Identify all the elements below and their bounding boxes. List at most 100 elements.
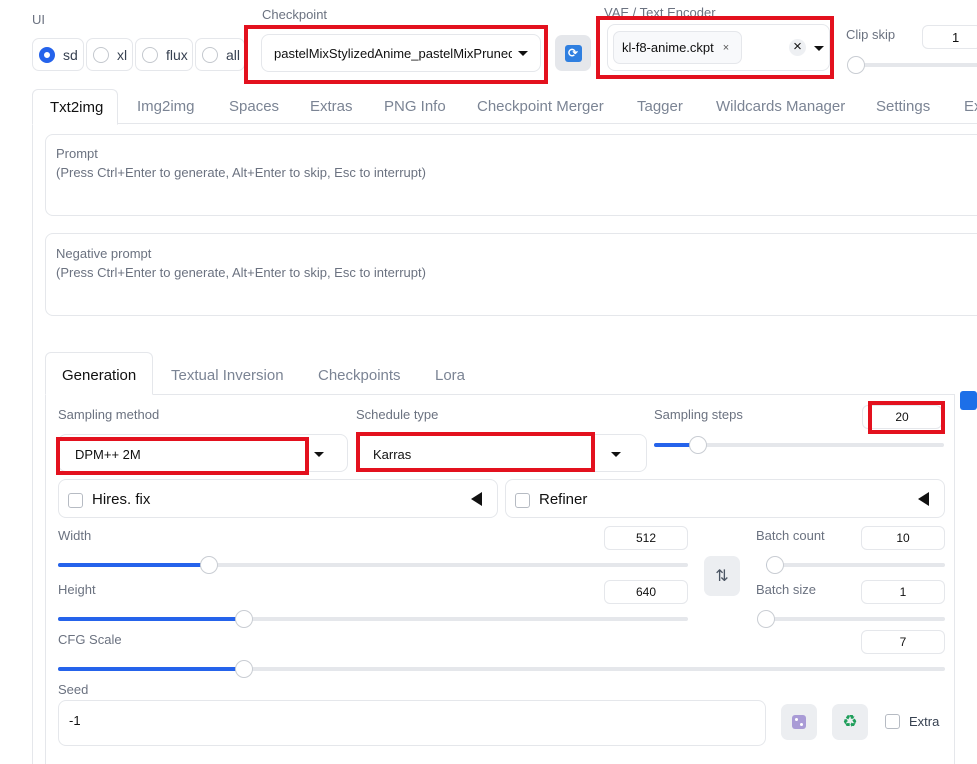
cfg-scale-label: CFG Scale <box>58 632 122 647</box>
slider-knob[interactable] <box>765 556 784 574</box>
vae-chip-label: kl-f8-anime.ckpt <box>622 40 714 55</box>
chevron-down-icon <box>518 50 528 56</box>
hires-fix-accordion[interactable]: Hires. fix <box>58 479 498 518</box>
batch-size-slider[interactable] <box>757 610 945 628</box>
tab-divider <box>32 123 977 124</box>
extra-seed-checkbox[interactable] <box>885 714 900 729</box>
tab-lora[interactable]: Lora <box>435 367 465 384</box>
ui-option-label: flux <box>166 46 188 63</box>
radio-icon <box>93 46 109 63</box>
tab-label: Generation <box>62 367 137 384</box>
tab-extensions[interactable]: Ex <box>964 98 977 115</box>
tab-txt2img[interactable]: Txt2img <box>32 89 118 125</box>
chevron-down-icon <box>611 452 621 457</box>
swap-arrows-icon: ⇅ <box>715 568 729 585</box>
width-label: Width <box>58 528 92 543</box>
tab-img2img[interactable]: Img2img <box>137 98 195 115</box>
height-slider[interactable] <box>58 610 688 628</box>
ui-option-flux[interactable]: flux <box>135 38 193 71</box>
tab-checkpoint-merger[interactable]: Checkpoint Merger <box>477 98 604 115</box>
slider-fill <box>58 563 210 567</box>
clip-skip-input[interactable]: 1 <box>922 25 977 49</box>
swap-dimensions-button[interactable]: ⇅ <box>704 556 740 596</box>
slider-knob[interactable] <box>235 660 254 678</box>
width-input[interactable]: 512 <box>604 526 688 550</box>
vae-chip: kl-f8-anime.ckpt × <box>613 31 743 64</box>
tab-wildcards-manager[interactable]: Wildcards Manager <box>716 98 845 115</box>
slider-knob[interactable] <box>847 56 865 74</box>
scroll-handle[interactable] <box>960 391 977 410</box>
schedule-type-dropdown[interactable]: Karras <box>356 434 647 472</box>
prompt-placeholder: (Press Ctrl+Enter to generate, Alt+Enter… <box>56 165 426 180</box>
clip-skip-label: Clip skip <box>846 27 896 42</box>
chip-remove-icon[interactable]: × <box>723 42 729 54</box>
batch-count-label: Batch count <box>756 528 825 543</box>
sampling-steps-input[interactable]: 20 <box>862 405 942 429</box>
batch-size-input[interactable]: 1 <box>861 580 945 604</box>
slider-knob[interactable] <box>234 610 253 628</box>
radio-icon <box>142 46 158 63</box>
negative-prompt-textarea[interactable]: Negative prompt (Press Ctrl+Enter to gen… <box>45 233 977 316</box>
ui-option-label: xl <box>117 46 128 63</box>
clear-icon[interactable]: × <box>789 39 806 56</box>
ui-option-sd[interactable]: sd <box>32 38 84 71</box>
random-seed-button[interactable] <box>781 704 817 740</box>
collapse-triangle-icon[interactable] <box>918 492 929 506</box>
refiner-accordion[interactable]: Refiner <box>505 479 945 518</box>
seed-input[interactable]: -1 <box>58 700 766 746</box>
refiner-label: Refiner <box>539 491 588 508</box>
refresh-icon: ⟳ <box>564 44 582 62</box>
tab-generation[interactable]: Generation <box>45 352 153 395</box>
slider-knob[interactable] <box>200 556 219 574</box>
slider-knob[interactable] <box>757 610 775 628</box>
sampling-method-value: DPM++ 2M <box>75 447 141 462</box>
ui-label: UI <box>32 12 45 27</box>
vae-select[interactable]: kl-f8-anime.ckpt × × <box>607 24 830 71</box>
checkpoint-dropdown[interactable]: pastelMixStylizedAnime_pastelMixPrunedFP… <box>261 34 541 72</box>
tab-settings[interactable]: Settings <box>876 98 930 115</box>
chevron-down-icon[interactable] <box>814 46 824 51</box>
refresh-button[interactable]: ⟳ <box>555 35 591 71</box>
schedule-type-label: Schedule type <box>356 407 439 422</box>
sampling-method-dropdown[interactable]: DPM++ 2M <box>58 434 348 472</box>
width-slider[interactable] <box>58 556 688 574</box>
height-input[interactable]: 640 <box>604 580 688 604</box>
refiner-checkbox[interactable] <box>515 493 530 508</box>
chevron-down-icon <box>314 452 324 457</box>
tab-extras[interactable]: Extras <box>310 98 353 115</box>
sampling-steps-slider[interactable] <box>654 436 944 454</box>
collapse-triangle-icon[interactable] <box>471 492 482 506</box>
tab-textual-inversion[interactable]: Textual Inversion <box>171 367 284 384</box>
clip-skip-slider[interactable] <box>847 56 977 74</box>
tab-label: Txt2img <box>50 99 104 116</box>
seed-value: -1 <box>69 713 81 728</box>
slider-fill <box>58 617 244 621</box>
prompt-textarea[interactable]: Prompt (Press Ctrl+Enter to generate, Al… <box>45 134 977 216</box>
panel-border <box>32 124 33 764</box>
recycle-icon: ♻ <box>842 712 858 731</box>
hires-fix-label: Hires. fix <box>92 491 151 508</box>
tab-tagger[interactable]: Tagger <box>637 98 683 115</box>
hires-fix-checkbox[interactable] <box>68 493 83 508</box>
slider-knob[interactable] <box>688 436 707 454</box>
ui-option-all[interactable]: all <box>195 38 245 71</box>
batch-count-slider[interactable] <box>765 556 945 574</box>
schedule-type-value: Karras <box>373 447 412 462</box>
slider-fill <box>58 667 245 671</box>
vae-label: VAE / Text Encoder <box>604 5 716 20</box>
negative-prompt-label: Negative prompt <box>56 246 152 261</box>
cfg-scale-slider[interactable] <box>58 660 945 678</box>
batch-count-input[interactable]: 10 <box>861 526 945 550</box>
tab-checkpoints[interactable]: Checkpoints <box>318 367 401 384</box>
ui-option-label: all <box>226 46 241 63</box>
batch-size-label: Batch size <box>756 582 816 597</box>
prompt-label: Prompt <box>56 146 98 161</box>
cfg-scale-input[interactable]: 7 <box>861 630 945 654</box>
reuse-seed-button[interactable]: ♻ <box>832 704 868 740</box>
ui-option-xl[interactable]: xl <box>86 38 133 71</box>
sampling-method-label: Sampling method <box>58 407 160 422</box>
tab-png-info[interactable]: PNG Info <box>384 98 446 115</box>
tab-spaces[interactable]: Spaces <box>229 98 279 115</box>
checkpoint-label: Checkpoint <box>262 7 328 22</box>
generation-panel-border <box>45 394 46 764</box>
